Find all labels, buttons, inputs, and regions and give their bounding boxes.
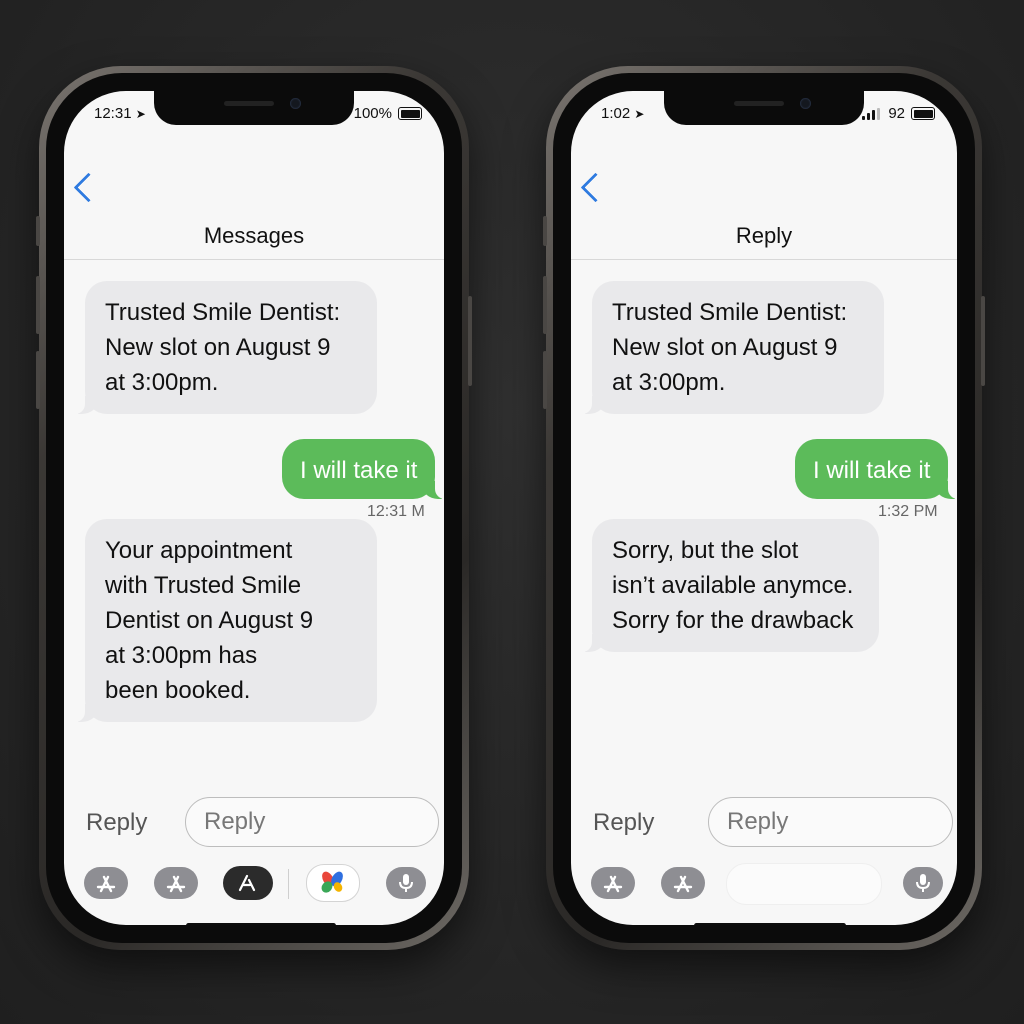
app-store-icon	[673, 875, 693, 893]
empty-app-slot	[726, 863, 882, 905]
app-store-button[interactable]	[661, 867, 705, 899]
microphone-button[interactable]	[386, 867, 426, 899]
sent-message-bubble: I will take it	[795, 439, 957, 499]
battery-percent: 92	[888, 105, 905, 122]
microphone-icon	[399, 874, 413, 892]
app-store-dark-button[interactable]	[223, 866, 273, 900]
volume-up-button	[543, 276, 547, 334]
battery-percent: 100%	[353, 105, 392, 122]
photos-button[interactable]	[306, 864, 360, 902]
volume-down-button	[543, 351, 547, 409]
nav-title: Reply	[735, 223, 793, 248]
power-button	[468, 296, 472, 386]
app-store-icon	[96, 875, 116, 893]
message-timestamp: 12:31 M	[367, 503, 425, 520]
reply-input[interactable]: Reply	[708, 797, 953, 847]
message-timestamp: 1:32 PM	[878, 503, 938, 520]
app-store-button[interactable]	[591, 867, 635, 899]
status-bar: 12:31 ➤ 100%	[64, 105, 444, 127]
home-indicator[interactable]	[694, 923, 846, 925]
app-store-icon	[603, 875, 623, 893]
home-indicator[interactable]	[186, 923, 336, 925]
screen: 1:02 ➤ 92 Reply Trusted Smile Dentist: N…	[571, 91, 957, 925]
microphone-button[interactable]	[903, 867, 943, 899]
app-store-icon	[166, 875, 186, 893]
reply-label: Reply	[593, 809, 655, 836]
power-button	[981, 296, 985, 386]
photos-icon	[321, 871, 343, 893]
battery-icon	[911, 107, 935, 120]
bezel: 12:31 ➤ 100% Messages Trusted Smile Dent…	[46, 73, 462, 943]
volume-up-button	[36, 276, 40, 334]
phone-right: 1:02 ➤ 92 Reply Trusted Smile Dentist: N…	[543, 66, 985, 950]
volume-down-button	[36, 351, 40, 409]
app-store-button[interactable]	[84, 867, 128, 899]
received-message-bubble: Your appointment with Trusted Smile Dent…	[73, 519, 377, 722]
status-right: 100%	[354, 105, 422, 122]
received-message-bubble: Trusted Smile Dentist: New slot on Augus…	[580, 281, 884, 414]
reply-input[interactable]: Reply	[185, 797, 439, 847]
microphone-icon	[916, 874, 930, 892]
tray-divider	[288, 869, 289, 899]
back-chevron-icon[interactable]	[580, 172, 611, 203]
reply-label: Reply	[86, 809, 148, 836]
screen: 12:31 ➤ 100% Messages Trusted Smile Dent…	[64, 91, 444, 925]
sent-message-bubble: I will take it	[282, 439, 444, 499]
nav-bar: Reply	[571, 139, 957, 260]
status-bar: 1:02 ➤ 92	[571, 105, 957, 127]
received-message-bubble: Sorry, but the slot isn’t available anym…	[580, 519, 879, 652]
nav-bar: Messages	[64, 139, 444, 260]
mute-switch	[36, 216, 40, 246]
phone-left: 12:31 ➤ 100% Messages Trusted Smile Dent…	[36, 66, 472, 950]
back-chevron-icon[interactable]	[73, 172, 104, 203]
mute-switch	[543, 216, 547, 246]
status-right: 92	[862, 105, 935, 122]
status-time: 12:31 ➤	[94, 105, 146, 122]
app-store-button[interactable]	[154, 867, 198, 899]
status-time: 1:02 ➤	[601, 105, 645, 122]
app-store-icon-dark	[238, 874, 256, 892]
battery-icon	[398, 107, 422, 120]
signal-icon	[862, 107, 881, 120]
nav-title: Messages	[203, 223, 305, 248]
received-message-bubble: Trusted Smile Dentist: New slot on Augus…	[73, 281, 377, 414]
bezel: 1:02 ➤ 92 Reply Trusted Smile Dentist: N…	[553, 73, 975, 943]
